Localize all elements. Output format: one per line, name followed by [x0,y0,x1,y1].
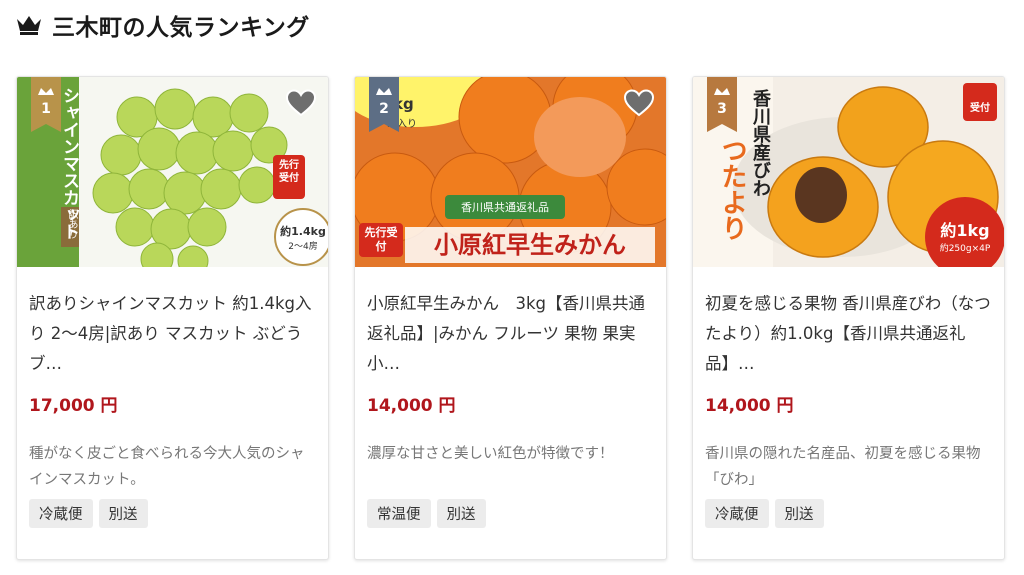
tag-separate: 別送 [98,499,148,528]
product-description: 種がなく皮ごと食べられる今大人気のシャインマスカット。 [29,446,305,488]
image-sub-text: つたより [717,137,747,241]
product-title[interactable]: 小原紅早生みかん 3kg【香川県共通返礼品】|みかん フルーツ 果物 果実 小… [367,289,654,381]
product-price: 14,000 円 [705,396,794,416]
product-image[interactable]: 香川県産びわ つたより 受付 約1kg 約250g×4P 3 [693,77,1004,267]
rank-number: 3 [717,101,727,117]
heart-icon[interactable] [624,89,654,117]
ranking-card-3[interactable]: 香川県産びわ つたより 受付 約1kg 約250g×4P 3 初夏を感じる果物 … [692,76,1005,560]
tag-separate: 別送 [436,499,486,528]
heart-icon[interactable] [286,89,316,117]
product-description: 香川県の隠れた名産品、初夏を感じる果物「びわ」 [705,446,981,488]
tag-shipping: 冷蔵便 [29,499,93,528]
ranking-card-1[interactable]: シャインマスカット 訳あり 先行受付 約1.4kg 2〜4房 1 訳ありシャイン… [16,76,329,560]
rank-badge: 1 [31,77,61,132]
page-title: 三木町の人気ランキング [52,15,310,41]
product-title[interactable]: 訳ありシャインマスカット 約1.4kg入り 2〜4房|訳あり マスカット ぶどう… [29,289,316,381]
image-sub-text: 訳あり [66,209,77,239]
ranking-card-2[interactable]: kg ル入り 香川県共通返礼品 先行受付 小原紅早生みかん 2 小原紅早生みかん… [354,76,667,560]
tag-shipping: 冷蔵便 [705,499,769,528]
count-label: 約250g×4P [939,244,991,254]
rank-badge: 3 [707,77,737,132]
product-price: 14,000 円 [367,396,456,416]
product-price: 17,000 円 [29,396,118,416]
rank-number: 2 [379,101,389,117]
image-sub-text: 香川県共通返礼品 [461,201,549,214]
weight-label: 約1.4kg [280,225,326,238]
image-main-text: 小原紅早生みかん [434,231,626,259]
preorder-badge: 受付 [970,103,990,114]
ranking-heading: 三木町の人気ランキング [16,10,310,41]
crown-icon [17,16,41,35]
weight-label: 約1kg [940,221,990,240]
product-image[interactable]: kg ル入り 香川県共通返礼品 先行受付 小原紅早生みかん 2 [355,77,666,267]
product-title[interactable]: 初夏を感じる果物 香川県産びわ（なつたより）約1.0kg【香川県共通返礼品】… [705,289,992,381]
rank-badge: 2 [369,77,399,132]
product-image[interactable]: シャインマスカット 訳あり 先行受付 約1.4kg 2〜4房 1 [17,77,328,267]
preorder-badge: 先行受付 [364,226,398,253]
product-description: 濃厚な甘さと美しい紅色が特徴です！ [367,446,614,462]
tag-shipping: 常温便 [367,499,431,528]
preorder-badge: 先行受付 [279,160,299,184]
image-main-text: 香川県産びわ [750,89,771,197]
tag-separate: 別送 [774,499,824,528]
count-label: 2〜4房 [288,242,318,252]
rank-number: 1 [41,101,51,117]
